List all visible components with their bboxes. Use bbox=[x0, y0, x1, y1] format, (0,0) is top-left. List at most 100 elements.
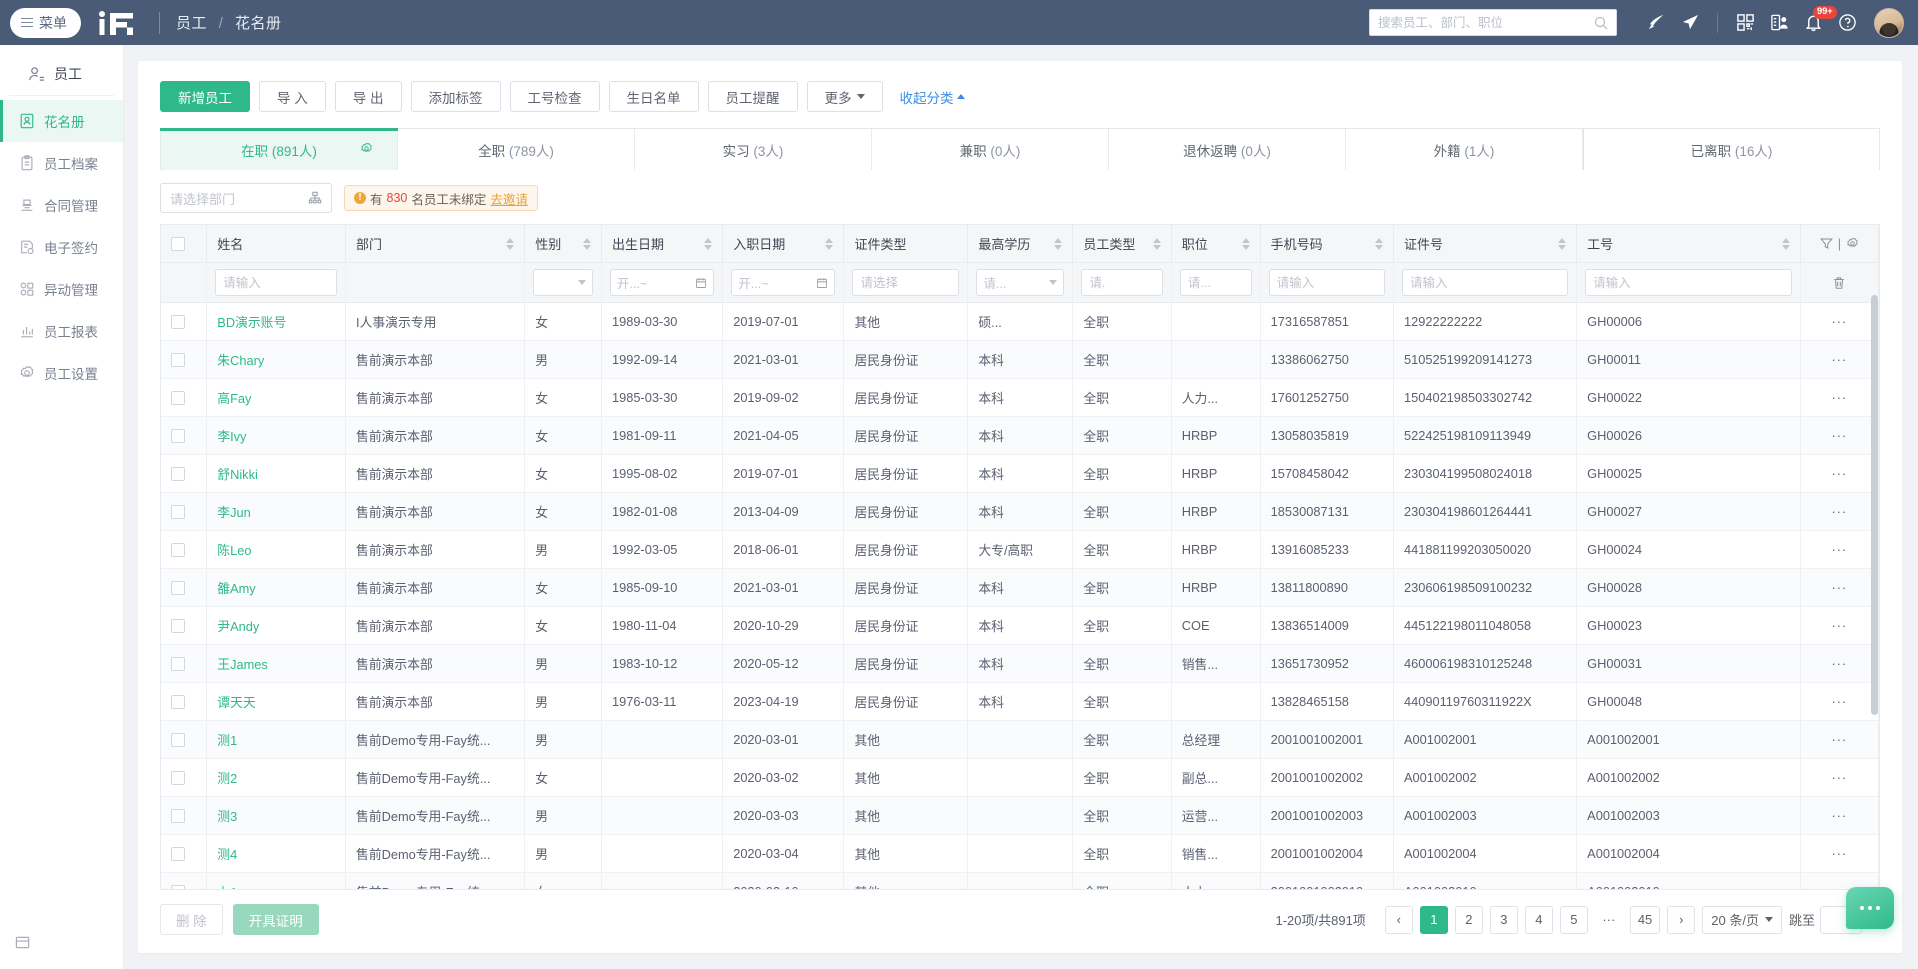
table-row[interactable]: 测2 售前Demo专用-Fay统... 女 2020-03-02 其他 全职 副总... 20… bbox=[161, 758, 1879, 797]
birthday-list-button[interactable]: 生日名单 bbox=[608, 81, 699, 112]
cell-name[interactable]: 雒Amy bbox=[206, 568, 347, 607]
filter-input-empno[interactable] bbox=[1585, 269, 1792, 296]
col-header-position[interactable]: 职位 bbox=[1171, 225, 1261, 263]
department-select[interactable]: 请选择部门 bbox=[160, 183, 332, 213]
feather-icon[interactable] bbox=[1639, 0, 1673, 45]
row-actions-button[interactable]: ··· bbox=[1800, 492, 1879, 531]
row-checkbox[interactable] bbox=[171, 543, 185, 558]
row-checkbox[interactable] bbox=[171, 771, 185, 786]
row-checkbox[interactable] bbox=[171, 581, 185, 596]
table-row[interactable]: 测1 售前Demo专用-Fay统... 男 2020-03-01 其他 全职 总经理 2001… bbox=[161, 720, 1879, 759]
pagination-page-2[interactable]: 2 bbox=[1454, 905, 1483, 934]
pagination-page-5[interactable]: 5 bbox=[1559, 905, 1588, 934]
sidebar-item-report[interactable]: 员工报表 bbox=[0, 310, 123, 352]
sort-icon[interactable] bbox=[1241, 237, 1250, 250]
sort-icon[interactable] bbox=[582, 237, 591, 250]
pagination-page-3[interactable]: 3 bbox=[1489, 905, 1518, 934]
cell-name[interactable]: BD演示账号 bbox=[206, 302, 347, 341]
cell-name[interactable]: 王James bbox=[206, 644, 347, 683]
row-actions-button[interactable]: ··· bbox=[1800, 416, 1879, 455]
row-actions-button[interactable]: ··· bbox=[1800, 720, 1879, 759]
pagination-ellipsis[interactable]: ··· bbox=[1595, 906, 1623, 934]
bell-icon[interactable]: 99+ bbox=[1796, 0, 1837, 45]
row-checkbox[interactable] bbox=[171, 505, 185, 520]
pagination-page-4[interactable]: 4 bbox=[1524, 905, 1553, 934]
col-header-dept[interactable]: 部门 bbox=[345, 225, 526, 263]
cell-name[interactable]: 力1 bbox=[206, 872, 347, 889]
col-header-birth[interactable]: 出生日期 bbox=[601, 225, 724, 263]
sort-icon[interactable] bbox=[506, 237, 515, 250]
row-checkbox[interactable] bbox=[171, 315, 185, 330]
tab-intern[interactable]: 实习 (3人) bbox=[635, 129, 872, 170]
table-row[interactable]: 陈Leo 售前演示本部男 1992-03-05 2018-06-01 居民身份证 大专/高… bbox=[161, 530, 1879, 569]
gear-icon[interactable] bbox=[1846, 237, 1859, 250]
row-checkbox[interactable] bbox=[171, 391, 185, 406]
row-actions-button[interactable]: ··· bbox=[1800, 834, 1879, 873]
tab-active-employees[interactable]: 在职 (891人) bbox=[160, 128, 398, 170]
tab-settings-gear-icon[interactable] bbox=[360, 142, 373, 158]
filter-select-education[interactable]: 请... bbox=[976, 269, 1065, 296]
table-row[interactable]: 舒Nikki 售前演示本部女 1995-08-02 2019-07-01 居民身份证 本科… bbox=[161, 454, 1879, 493]
cell-name[interactable]: 测3 bbox=[206, 796, 347, 835]
chat-support-button[interactable] bbox=[1846, 887, 1894, 929]
row-checkbox[interactable] bbox=[171, 619, 185, 634]
issue-certificate-button[interactable]: 开具证明 bbox=[232, 904, 319, 935]
sort-icon[interactable] bbox=[1054, 237, 1063, 250]
help-icon[interactable] bbox=[1830, 0, 1864, 45]
cell-name[interactable]: 李Jun bbox=[206, 492, 347, 531]
sort-icon[interactable] bbox=[1558, 237, 1567, 250]
row-checkbox[interactable] bbox=[171, 809, 185, 824]
filter-select-gender[interactable] bbox=[533, 269, 593, 296]
sidebar-item-esign[interactable]: 电子签约 bbox=[0, 226, 123, 268]
filter-input-name[interactable] bbox=[215, 269, 338, 296]
table-row[interactable]: 测3 售前Demo专用-Fay统... 男 2020-03-03 其他 全职 运营... 20… bbox=[161, 796, 1879, 835]
col-header-empno[interactable]: 工号 bbox=[1576, 225, 1801, 263]
table-vertical-scrollbar[interactable] bbox=[1871, 295, 1878, 715]
sort-icon[interactable] bbox=[1152, 237, 1161, 250]
filter-input-idno[interactable] bbox=[1401, 269, 1569, 296]
cell-name[interactable]: 尹Andy bbox=[206, 606, 347, 645]
row-actions-button[interactable]: ··· bbox=[1800, 644, 1879, 683]
filter-date-hire[interactable]: 开...~ bbox=[731, 269, 836, 296]
cell-name[interactable]: 测1 bbox=[206, 720, 347, 759]
row-actions-button[interactable]: ··· bbox=[1800, 378, 1879, 417]
menu-button[interactable]: 菜单 bbox=[10, 7, 81, 38]
row-actions-button[interactable]: ··· bbox=[1800, 796, 1879, 835]
cell-name[interactable]: 朱Chary bbox=[206, 340, 347, 379]
col-header-emptype[interactable]: 员工类型 bbox=[1072, 225, 1172, 263]
row-actions-button[interactable]: ··· bbox=[1800, 758, 1879, 797]
table-row[interactable]: 高Fay 售前演示本部女 1985-03-30 2019-09-02 居民身份证 本科 全职… bbox=[161, 378, 1879, 417]
cell-name[interactable]: 李Ivy bbox=[206, 416, 347, 455]
send-icon[interactable] bbox=[1673, 0, 1707, 45]
table-row[interactable]: 测4 售前Demo专用-Fay统... 男 2020-03-04 其他 全职 销售... 20… bbox=[161, 834, 1879, 873]
table-row[interactable]: 雒Amy 售前演示本部女 1985-09-10 2021-03-01 居民身份证 本科 全职… bbox=[161, 568, 1879, 607]
tab-fulltime[interactable]: 全职 (789人) bbox=[398, 129, 635, 170]
cell-name[interactable]: 测4 bbox=[206, 834, 347, 873]
sidebar-item-settings[interactable]: 员工设置 bbox=[0, 352, 123, 394]
employee-reminder-button[interactable]: 员工提醒 bbox=[707, 81, 798, 112]
invite-link[interactable]: 去邀请 bbox=[490, 189, 528, 208]
row-checkbox[interactable] bbox=[171, 429, 185, 444]
cell-name[interactable]: 测2 bbox=[206, 758, 347, 797]
import-button[interactable]: 导 入 bbox=[259, 81, 326, 112]
filter-input-emptype[interactable] bbox=[1081, 269, 1163, 296]
table-row[interactable]: 王James 售前演示本部男 1983-10-12 2020-05-12 居民身份证 本科… bbox=[161, 644, 1879, 683]
filter-input-position[interactable] bbox=[1179, 269, 1252, 296]
col-header-idno[interactable]: 证件号 bbox=[1393, 225, 1578, 263]
employee-no-check-button[interactable]: 工号检查 bbox=[509, 81, 600, 112]
delete-button[interactable]: 删 除 bbox=[160, 904, 223, 935]
pagination-next[interactable]: › bbox=[1667, 905, 1696, 934]
qrcode-icon[interactable] bbox=[1728, 0, 1762, 45]
row-checkbox[interactable] bbox=[171, 657, 185, 672]
col-header-hire[interactable]: 入职日期 bbox=[722, 225, 845, 263]
filter-date-birth[interactable]: 开...~ bbox=[609, 269, 715, 296]
tab-parttime[interactable]: 兼职 (0人) bbox=[872, 129, 1109, 170]
cell-name[interactable]: 舒Nikki bbox=[206, 454, 347, 493]
sort-icon[interactable] bbox=[1374, 237, 1383, 250]
filter-input-idtype[interactable] bbox=[852, 269, 960, 296]
pagination-page-1[interactable]: 1 bbox=[1419, 905, 1448, 934]
col-header-phone[interactable]: 手机号码 bbox=[1260, 225, 1394, 263]
table-row[interactable]: 李Jun 售前演示本部女 1982-01-08 2013-04-09 居民身份证 本科 全职… bbox=[161, 492, 1879, 531]
tab-resigned[interactable]: 已离职 (16人) bbox=[1583, 129, 1879, 170]
sidebar-item-contract[interactable]: 合同管理 bbox=[0, 184, 123, 226]
